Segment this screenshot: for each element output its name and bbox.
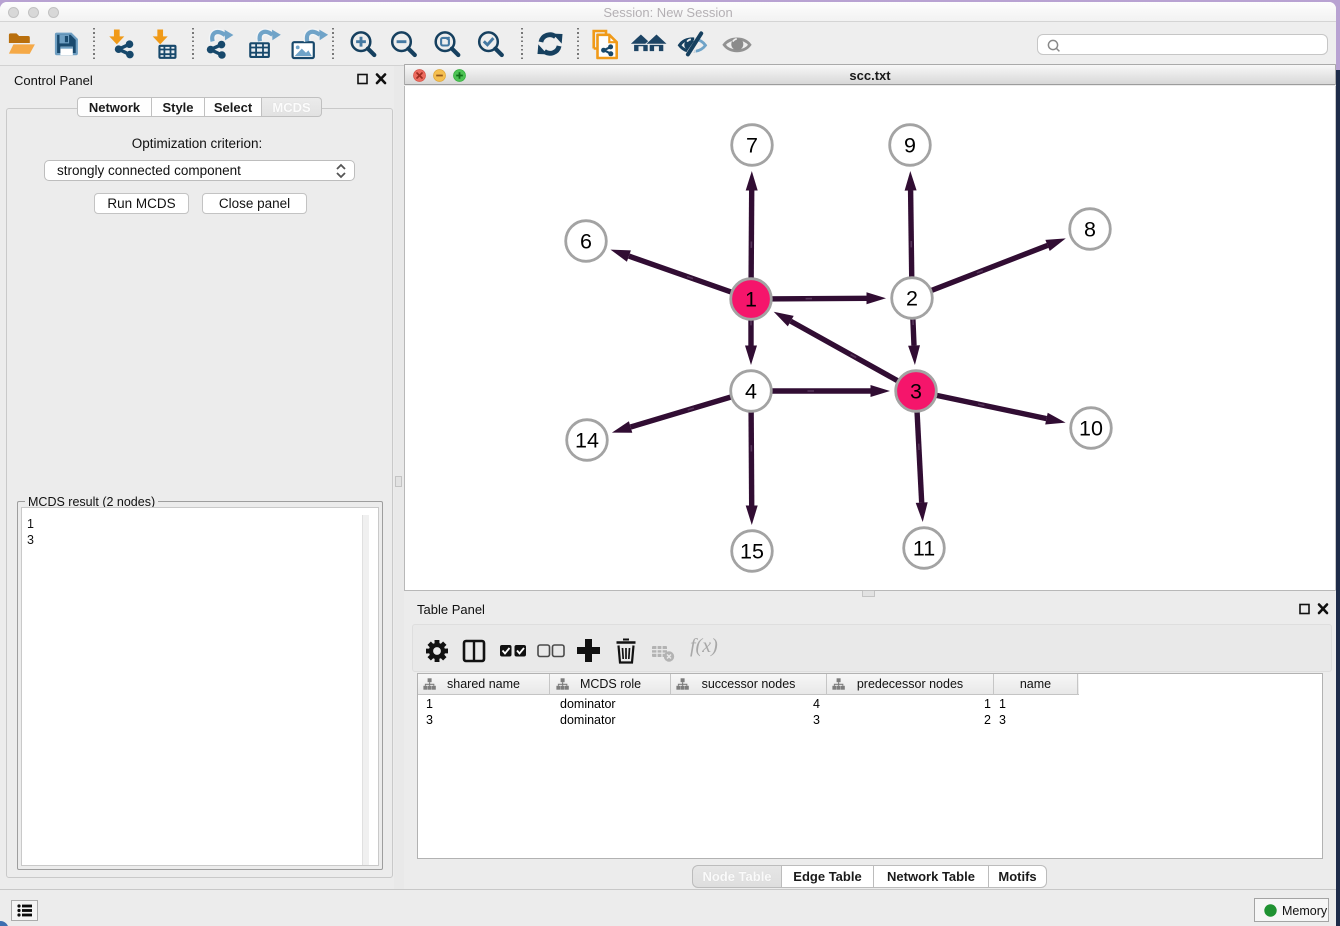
svg-text:15: 15 [740,540,764,564]
svg-text:4: 4 [745,380,757,404]
svg-text:3: 3 [910,380,922,404]
svg-text:11: 11 [913,537,935,561]
svg-text:1: 1 [745,288,757,312]
svg-text:8: 8 [1084,218,1096,242]
svg-text:6: 6 [580,230,592,254]
svg-text:14: 14 [575,429,599,453]
svg-text:10: 10 [1079,417,1103,441]
svg-text:7: 7 [746,134,758,158]
svg-text:9: 9 [904,134,916,158]
svg-text:2: 2 [906,287,918,311]
